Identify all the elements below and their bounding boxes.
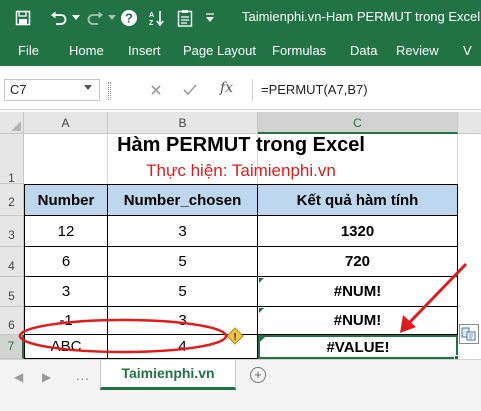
scroll-sheets-right-icon[interactable]: ▶ [42, 370, 51, 384]
formula-bar-divider[interactable] [108, 82, 111, 100]
svg-text:?: ? [125, 11, 133, 26]
insert-function-icon[interactable]: fx [220, 80, 233, 96]
svg-text:A: A [149, 12, 154, 19]
window-title: Taimienphi.vn-Ham PERMUT trong Excel.xls [242, 9, 481, 24]
cancel-icon[interactable] [150, 83, 162, 99]
undo-dropdown-icon[interactable] [70, 0, 82, 36]
customize-qat-icon[interactable] [202, 0, 218, 36]
undo-icon[interactable] [48, 0, 70, 36]
clipboard-icon[interactable] [174, 0, 196, 36]
redo-dropdown-icon[interactable] [106, 0, 118, 36]
name-box[interactable]: C7 [4, 79, 100, 101]
add-sheet-icon[interactable]: + [250, 367, 266, 383]
save-icon[interactable] [12, 0, 34, 36]
title-bar: ? AZ Taimienphi.vn-Ham PERMUT trong Exce… [0, 0, 481, 36]
tab-formulas[interactable]: Formulas [272, 43, 326, 58]
tab-data[interactable]: Data [350, 43, 377, 58]
worksheet-grid[interactable]: A B C 1 2 3 4 5 6 7 Hàm PERMUT trong Exc… [0, 110, 481, 360]
enter-icon[interactable] [183, 83, 197, 99]
svg-text:Z: Z [149, 20, 154, 27]
ribbon-tabs: File Home Insert Page Layout Formulas Da… [0, 36, 481, 66]
annotation-arrow [407, 262, 468, 325]
redo-icon[interactable] [84, 0, 106, 36]
formula-bar: C7 fx =PERMUT(A7,B7) [0, 66, 481, 110]
more-sheets-ellipsis[interactable]: ... [76, 368, 90, 383]
name-box-dropdown-icon[interactable] [84, 85, 92, 90]
tab-insert[interactable]: Insert [128, 43, 161, 58]
annotation-overlay [18, 262, 468, 354]
tab-home[interactable]: Home [69, 43, 104, 58]
sheet-tab-bar: ◀ ▶ ... Taimienphi.vn + [0, 359, 481, 411]
tab-page-layout[interactable]: Page Layout [183, 43, 256, 58]
formula-input[interactable]: =PERMUT(A7,B7) [252, 79, 481, 101]
tab-review[interactable]: Review [396, 43, 439, 58]
sort-icon[interactable]: AZ [146, 0, 168, 36]
sheet-tab-active[interactable]: Taimienphi.vn [100, 360, 236, 390]
tab-view[interactable]: V [463, 43, 472, 58]
tab-file[interactable]: File [18, 43, 39, 58]
highlight-ellipse [18, 318, 228, 354]
help-icon[interactable]: ? [118, 0, 140, 36]
scroll-sheets-left-icon[interactable]: ◀ [14, 370, 23, 384]
